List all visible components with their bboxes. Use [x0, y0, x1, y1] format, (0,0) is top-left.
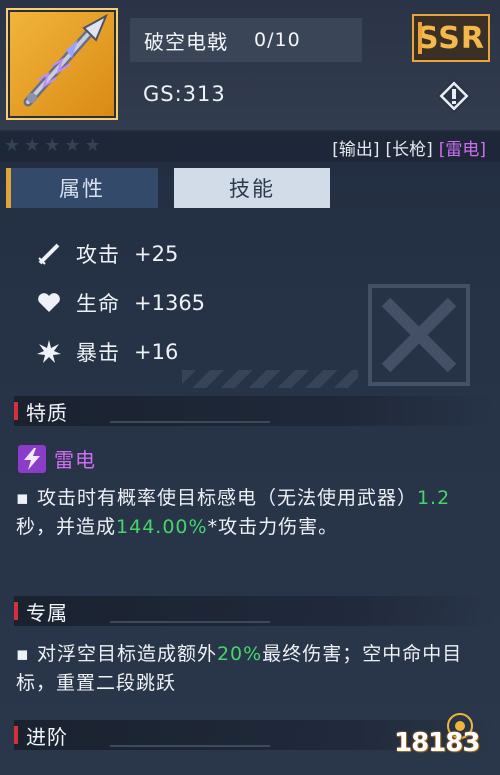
- stat-name: 暴击: [76, 341, 120, 365]
- tab-skills[interactable]: 技能: [174, 168, 330, 208]
- tag-weapon-type: [长枪]: [385, 140, 433, 160]
- warning-diamond-icon: [436, 78, 472, 114]
- stat-health: 生命 +1365: [36, 287, 205, 319]
- exclusive-desc-pre: 对浮空目标造成额外: [36, 643, 217, 665]
- bullet: ▪: [16, 487, 30, 509]
- section-title-text: 进阶: [26, 724, 68, 749]
- section-title-text: 特质: [26, 400, 68, 425]
- stat-crit: 暴击 +16: [36, 336, 178, 368]
- tag-role: [输出]: [332, 140, 380, 160]
- tab-label: 属性: [59, 177, 105, 201]
- star-icon: ★: [4, 135, 21, 156]
- trait-desc-mid: 秒，并造成: [16, 516, 117, 538]
- item-name-box: 破空电戟 0/10: [130, 18, 362, 62]
- stat-name: 攻击: [76, 243, 120, 267]
- spear-icon: [23, 13, 109, 107]
- tab-label: 技能: [229, 177, 275, 201]
- tab-bar: 属性 技能: [6, 168, 330, 208]
- gear-score: GS:313: [143, 82, 226, 106]
- item-tags: [输出] [长枪] [雷电]: [332, 135, 486, 160]
- star-icon: ★: [44, 135, 61, 156]
- decorative-stripe: [182, 370, 358, 388]
- rarity-label: SSR: [417, 20, 485, 56]
- section-title-text: 专属: [26, 600, 68, 625]
- trait-element-label: 雷电: [54, 448, 96, 472]
- section-title-exclusive: 专属: [14, 596, 494, 626]
- sword-icon: [36, 241, 62, 267]
- trait-desc-pre: 攻击时有概率使目标感电（无法使用武器）: [36, 487, 417, 509]
- trait-damage-value: 144.00%: [116, 516, 208, 538]
- stat-name: 生命: [76, 292, 120, 316]
- stat-value: +16: [134, 340, 179, 364]
- stat-attack: 攻击 +25: [36, 238, 178, 270]
- trait-duration-value: 1.2: [416, 487, 451, 509]
- item-header: 破空电戟 0/10 GS:313 SSR: [0, 0, 500, 130]
- burst-icon: [36, 339, 62, 365]
- watermark-text: 18183: [394, 728, 480, 758]
- tab-attributes[interactable]: 属性: [6, 168, 158, 208]
- heart-icon: [36, 290, 62, 316]
- star-icon: ★: [84, 135, 101, 156]
- star-icon: ★: [24, 135, 41, 156]
- stat-value: +1365: [134, 291, 206, 315]
- star-rating: ★ ★ ★ ★ ★: [4, 136, 101, 156]
- item-thumbnail: [6, 8, 118, 120]
- trait-desc-post: *攻击力伤害。: [207, 516, 339, 538]
- lightning-icon: [18, 444, 46, 473]
- star-rating-row: ★ ★ ★ ★ ★ [输出] [长枪] [雷电]: [0, 132, 500, 162]
- item-name: 破空电戟: [144, 29, 228, 54]
- crossed-swords-emblem-icon: [366, 282, 472, 388]
- trait-element: 雷电: [18, 444, 96, 473]
- rarity-badge: SSR: [412, 14, 490, 62]
- star-icon: ★: [64, 135, 81, 156]
- stat-value: +25: [134, 242, 179, 266]
- section-title-trait: 特质: [14, 396, 494, 426]
- item-count: 0/10: [254, 29, 301, 51]
- tag-element: [雷电]: [438, 140, 486, 160]
- trait-description: ▪ 攻击时有概率使目标感电（无法使用武器）1.2 秒，并造成144.00%*攻击力…: [16, 484, 486, 542]
- exclusive-damage-value: 20%: [216, 643, 263, 665]
- info-button[interactable]: [436, 78, 472, 114]
- exclusive-description: ▪ 对浮空目标造成额外20%最终伤害；空中命中目标，重置二段跳跃: [16, 640, 486, 698]
- bullet: ▪: [16, 643, 30, 665]
